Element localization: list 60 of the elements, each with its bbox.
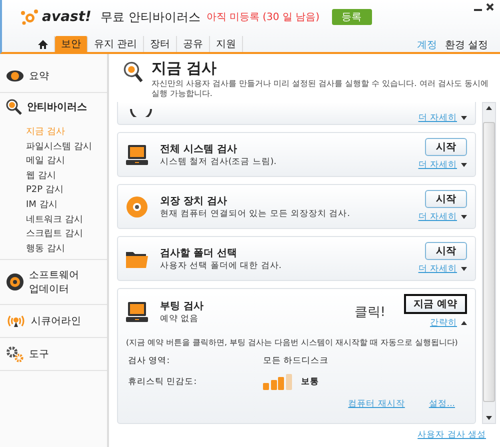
search-icon <box>123 59 144 85</box>
scan-title: 검사할 폴더 선택 <box>160 246 238 260</box>
scan-subtitle: 시스템 철저 검사(조금 느림). <box>160 156 278 168</box>
scan-title: 외장 장치 검사 <box>160 194 228 208</box>
field-label: 휴리스틱 민감도: <box>128 376 198 388</box>
scan-subtitle: 사용자 선택 폴더에 대한 검사. <box>160 260 283 272</box>
nav-tab[interactable]: 공유 <box>177 36 210 52</box>
sidebar-item[interactable]: P2P 감시 <box>26 183 107 198</box>
product-name: 무료 안티바이러스 <box>100 8 200 26</box>
eye-icon <box>6 70 24 82</box>
disc-icon <box>6 273 24 292</box>
schedule-button[interactable]: 지금 예약 <box>404 294 467 314</box>
sidebar-section[interactable]: 도구 <box>0 340 107 368</box>
scan-title: 부팅 검사 <box>160 300 204 312</box>
sidebar-item[interactable]: 웹 감시 <box>26 168 107 184</box>
expand-icon[interactable] <box>461 267 467 271</box>
trial-status: 아직 미등록 (30 일 남음) <box>206 11 320 24</box>
field-label: 검사 영역: <box>128 355 171 367</box>
sidebar-section[interactable]: 시큐어라인 <box>0 307 107 336</box>
page-title: 지금 검사 <box>151 59 218 78</box>
sidebar-section[interactable]: 안티바이러스 <box>0 93 107 121</box>
search-icon <box>6 99 22 115</box>
sensitivity-value: 보통 <box>301 376 319 388</box>
brand-logo: avast! <box>42 9 92 25</box>
sidebar-item[interactable]: IM 감시 <box>26 198 107 213</box>
broadcast-icon <box>6 314 26 328</box>
disc-icon <box>126 196 148 218</box>
scrollbar[interactable] <box>482 102 496 424</box>
scan-subtitle: 현재 컴퓨터 연결되어 있는 모든 외장장치 검사. <box>160 208 351 220</box>
scan-subtitle: 예약 없음 <box>160 312 200 324</box>
sidebar-section[interactable]: 요약 <box>0 62 107 90</box>
collapse-icon[interactable] <box>461 321 467 325</box>
gears-icon <box>6 346 24 363</box>
nav-tab[interactable]: 유지 관리 <box>88 36 144 52</box>
laptop-icon <box>126 300 148 322</box>
sidebar-item[interactable]: 파일시스템 감시 <box>26 140 107 154</box>
start-button[interactable]: 시작 <box>425 190 467 208</box>
page-description: 자신만의 사용자 검사를 만들거나 미리 설정된 검사를 실행할 수 있습니다. 여러 검사도 동시에 실행 가능합니다. <box>151 79 490 99</box>
start-button[interactable]: 시작 <box>425 242 467 260</box>
callout-text: 클릭! <box>354 304 386 320</box>
expand-icon[interactable] <box>461 215 467 219</box>
home-icon <box>38 40 48 48</box>
sidebar-item[interactable]: 네트워크 감시 <box>26 212 107 228</box>
nav-tab[interactable]: 보안 <box>55 36 88 52</box>
logo-icon <box>20 9 40 25</box>
expand-icon[interactable] <box>461 163 467 167</box>
nav-tab[interactable]: 장터 <box>144 36 178 52</box>
settings-link[interactable]: 환경 설정 <box>444 38 488 52</box>
scan-title: 전체 시스템 검사 <box>160 142 238 156</box>
field-value: 모든 하드디스크 <box>263 355 329 367</box>
nav-tab[interactable]: 지원 <box>210 36 244 52</box>
sidebar-item[interactable]: 스크립트 감시 <box>26 227 107 242</box>
laptop-icon <box>126 144 148 166</box>
expand-icon[interactable] <box>461 116 467 120</box>
sidebar-item[interactable]: 메일 감시 <box>26 154 107 169</box>
sidebar-section[interactable]: 소프트웨어 업데이터 <box>0 268 107 296</box>
sidebar-item[interactable]: 행동 감시 <box>26 242 107 256</box>
start-button[interactable]: 시작 <box>425 138 467 156</box>
close-icon[interactable] <box>486 3 494 11</box>
folder-icon <box>126 250 148 268</box>
